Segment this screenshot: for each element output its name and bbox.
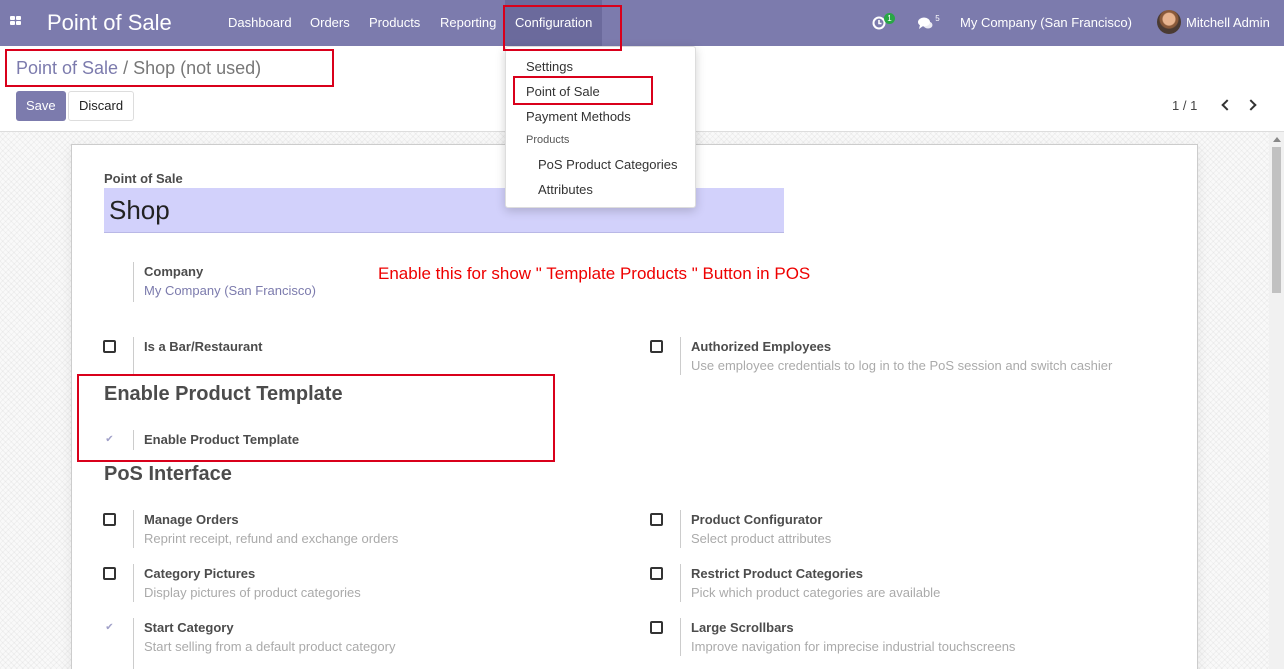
field-divider <box>133 337 134 375</box>
chevron-right-icon <box>1245 99 1257 111</box>
field-divider <box>133 510 134 548</box>
authorized-employees-label: Authorized Employees <box>691 339 832 354</box>
pager-next-button[interactable] <box>1245 97 1260 113</box>
large-scrollbars-label: Large Scrollbars <box>691 620 794 635</box>
vertical-scrollbar[interactable] <box>1269 132 1284 669</box>
dropdown-item-settings[interactable]: Settings <box>526 59 573 74</box>
start-category-checkbox[interactable]: ✔ <box>103 621 116 634</box>
field-divider <box>133 618 134 669</box>
manage-orders-desc: Reprint receipt, refund and exchange ord… <box>144 531 399 546</box>
product-configurator-checkbox[interactable] <box>650 513 663 526</box>
authorized-employees-desc: Use employee credentials to log in to th… <box>691 358 1113 373</box>
pos-interface-section-title: PoS Interface <box>104 463 232 485</box>
field-divider <box>133 262 134 302</box>
menu-products[interactable]: Products <box>359 0 430 46</box>
authorized-employees-checkbox[interactable] <box>650 340 663 353</box>
name-label: Point of Sale <box>104 171 183 186</box>
restrict-categories-checkbox[interactable] <box>650 567 663 580</box>
is-bar-label: Is a Bar/Restaurant <box>144 339 263 354</box>
field-divider <box>680 510 681 548</box>
highlight-point-of-sale-item <box>513 76 653 105</box>
category-pictures-desc: Display pictures of product categories <box>144 585 361 600</box>
dropdown-section-products: Products <box>526 134 570 146</box>
highlight-configuration-menu <box>503 5 622 51</box>
field-divider <box>133 564 134 602</box>
category-pictures-checkbox[interactable] <box>103 567 116 580</box>
user-menu[interactable]: Mitchell Admin <box>1186 0 1270 46</box>
highlight-template-section <box>77 374 555 462</box>
product-configurator-desc: Select product attributes <box>691 531 832 546</box>
field-divider <box>680 337 681 375</box>
company-field[interactable]: My Company (San Francisco) <box>144 283 316 298</box>
annotation-text: Enable this for show " Template Products… <box>378 264 811 283</box>
is-bar-checkbox[interactable] <box>103 340 116 353</box>
start-category-desc: Start selling from a default product cat… <box>144 639 396 654</box>
pager-previous-button[interactable] <box>1218 97 1233 113</box>
discard-button[interactable]: Discard <box>68 91 135 121</box>
field-divider <box>680 618 681 656</box>
large-scrollbars-desc: Improve navigation for imprecise industr… <box>691 639 1016 654</box>
configuration-dropdown: Settings Point of Sale Payment Methods P… <box>505 46 696 208</box>
company-label: Company <box>144 264 204 279</box>
chat-icon <box>918 17 933 29</box>
start-category-label: Start Category <box>144 620 234 635</box>
menu-reporting[interactable]: Reporting <box>430 0 506 46</box>
restrict-categories-label: Restrict Product Categories <box>691 566 863 581</box>
restrict-categories-desc: Pick which product categories are availa… <box>691 585 941 600</box>
dropdown-item-payment-methods[interactable]: Payment Methods <box>526 109 631 124</box>
scroll-up-arrow-icon[interactable] <box>1273 137 1281 142</box>
category-pictures-label: Category Pictures <box>144 566 256 581</box>
pager-value[interactable]: 1 / 1 <box>1172 98 1197 113</box>
save-button[interactable]: Save <box>16 91 66 121</box>
product-configurator-label: Product Configurator <box>691 512 823 527</box>
app-title[interactable]: Point of Sale <box>47 10 172 36</box>
manage-orders-checkbox[interactable] <box>103 513 116 526</box>
top-navbar: Point of Sale Dashboard Orders Products … <box>0 0 1284 46</box>
apps-grid-icon[interactable] <box>10 16 22 28</box>
menu-dashboard[interactable]: Dashboard <box>218 0 302 46</box>
large-scrollbars-checkbox[interactable] <box>650 621 663 634</box>
messages-badge: 5 <box>935 14 940 23</box>
dropdown-item-pos-categories[interactable]: PoS Product Categories <box>538 157 677 172</box>
scroll-thumb[interactable] <box>1272 147 1281 293</box>
menu-orders[interactable]: Orders <box>300 0 360 46</box>
user-avatar[interactable] <box>1157 10 1181 34</box>
chevron-left-icon <box>1221 99 1233 111</box>
company-switcher[interactable]: My Company (San Francisco) <box>960 0 1132 46</box>
field-divider <box>680 564 681 602</box>
highlight-breadcrumb <box>5 49 334 87</box>
dropdown-item-attributes[interactable]: Attributes <box>538 182 593 197</box>
activity-badge: 1 <box>884 13 895 24</box>
manage-orders-label: Manage Orders <box>144 512 239 527</box>
checkmark-icon: ✔ <box>105 622 114 633</box>
